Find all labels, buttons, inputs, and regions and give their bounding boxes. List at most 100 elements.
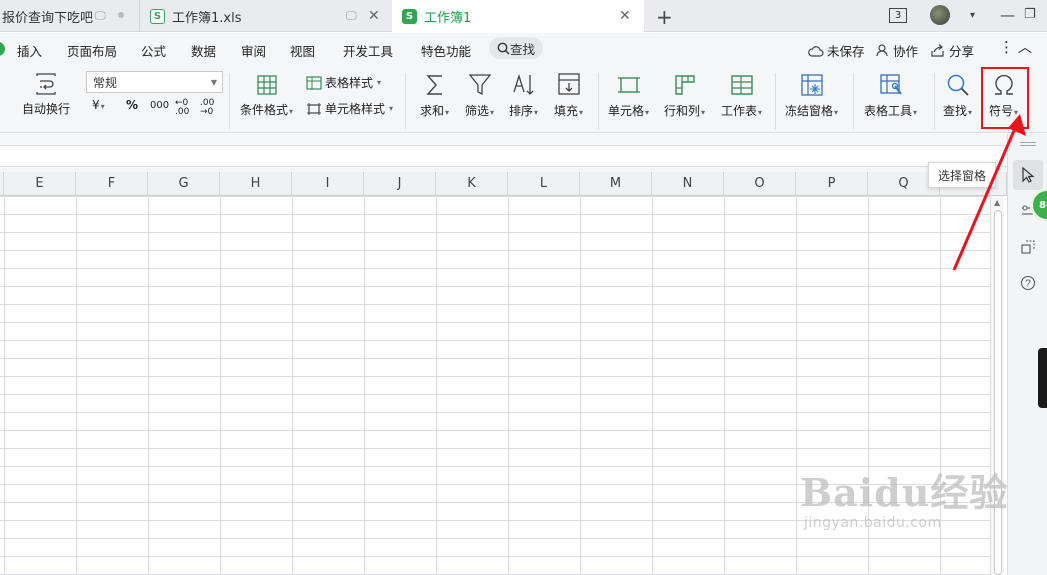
help-icon: ? bbox=[1020, 275, 1036, 291]
search-icon bbox=[497, 42, 510, 55]
table-tools-button[interactable]: 表格工具▾ bbox=[864, 72, 917, 119]
thousands-button[interactable]: 000 bbox=[150, 100, 169, 111]
svg-text:?: ? bbox=[1025, 279, 1031, 290]
close-icon[interactable]: ✕ bbox=[619, 8, 631, 24]
sigma-icon bbox=[425, 75, 442, 95]
conditional-format-button[interactable]: 条件格式▾ bbox=[240, 73, 293, 118]
watermark-url: jingyan.baidu.com bbox=[804, 515, 942, 531]
more-icon[interactable]: ⋮ bbox=[999, 38, 1014, 56]
tab-document-3[interactable]: S 工作簿1 ✕ bbox=[392, 0, 644, 33]
tab-bar: 报价查询下吃吧 🖵 S 工作簿1.xls 🖵 ✕ S 工作簿1 ✕ + 3 ▾ … bbox=[0, 0, 1047, 33]
formula-bar[interactable] bbox=[0, 145, 1007, 167]
column-header-l[interactable]: L bbox=[508, 172, 580, 196]
freeze-panes-button[interactable]: 冻结窗格▾ bbox=[785, 72, 838, 119]
menu-developer[interactable]: 开发工具 bbox=[343, 41, 393, 60]
sum-button[interactable]: 求和▾ bbox=[420, 72, 449, 119]
conditional-format-label: 条件格式 bbox=[240, 103, 289, 117]
cell-button[interactable]: 单元格▾ bbox=[608, 72, 649, 119]
column-header-i[interactable]: I bbox=[292, 172, 364, 196]
menu-page-layout[interactable]: 页面布局 bbox=[67, 41, 117, 60]
share-label: 分享 bbox=[949, 44, 975, 59]
cell-style-label: 单元格样式 bbox=[325, 102, 386, 116]
column-header-k[interactable]: K bbox=[436, 172, 508, 196]
column-header-o[interactable]: O bbox=[724, 172, 796, 196]
fill-label: 填充 bbox=[554, 104, 579, 118]
green-indicator bbox=[0, 42, 5, 56]
search-label: 查找 bbox=[509, 41, 535, 57]
number-format-value: 常规 bbox=[93, 75, 118, 90]
worksheet-label: 工作表 bbox=[721, 104, 758, 118]
wrap-text-button[interactable]: 自动换行 bbox=[22, 72, 70, 117]
user-icon bbox=[876, 44, 888, 57]
search-button[interactable]: 查找 bbox=[489, 37, 543, 59]
column-header-g[interactable]: G bbox=[148, 172, 220, 196]
sort-button[interactable]: 排序▾ bbox=[509, 72, 538, 119]
watermark-title: Baidu经验 bbox=[800, 470, 1009, 515]
decrease-decimal-button[interactable]: .00 →0 bbox=[200, 99, 218, 117]
close-icon[interactable]: ✕ bbox=[368, 8, 380, 24]
separator bbox=[934, 73, 935, 129]
sum-label: 求和 bbox=[420, 104, 445, 118]
menu-view[interactable]: 视图 bbox=[290, 41, 315, 60]
monitor-icon: 🖵 bbox=[346, 9, 357, 22]
cell-style-icon bbox=[307, 102, 321, 115]
collapse-ribbon-icon[interactable]: ︿ bbox=[1018, 37, 1032, 57]
cell-label: 单元格 bbox=[608, 104, 645, 118]
menu-special[interactable]: 特色功能 bbox=[421, 41, 471, 60]
menu-data[interactable]: 数据 bbox=[191, 41, 216, 60]
floating-handle[interactable] bbox=[1038, 348, 1047, 408]
column-header-f[interactable]: F bbox=[76, 172, 148, 196]
add-tab-button[interactable]: + bbox=[656, 5, 673, 29]
separator bbox=[405, 73, 406, 129]
chevron-down-icon[interactable]: ▾ bbox=[970, 10, 975, 21]
unsaved-label: 未保存 bbox=[827, 44, 865, 59]
table-style-button[interactable]: 表格样式 ▾ bbox=[306, 74, 381, 91]
row-column-button[interactable]: 行和列▾ bbox=[664, 72, 705, 119]
tab-label: 工作簿1 bbox=[424, 11, 472, 26]
column-header-m[interactable]: M bbox=[580, 172, 652, 196]
conditional-format-icon bbox=[256, 75, 277, 95]
spreadsheet-icon: S bbox=[402, 9, 417, 24]
unsaved-button[interactable]: 未保存 bbox=[808, 41, 865, 60]
avatar[interactable] bbox=[930, 5, 950, 25]
share-button[interactable]: 分享 bbox=[930, 41, 974, 60]
percent-button[interactable]: % bbox=[126, 98, 138, 112]
column-header-n[interactable]: N bbox=[652, 172, 724, 196]
worksheet-icon bbox=[730, 75, 753, 95]
menu-review[interactable]: 审阅 bbox=[241, 41, 266, 60]
performance-value: 80 bbox=[1039, 199, 1047, 211]
ribbon-toolbar: 自动换行 常规 ▼ ¥▾ % 000 ←0 .00 .00 →0 条件格式▾ 表… bbox=[0, 65, 1047, 133]
column-header-j[interactable]: J bbox=[364, 172, 436, 196]
window-count-badge[interactable]: 3 bbox=[889, 8, 907, 23]
table-tools-label: 表格工具 bbox=[864, 104, 913, 118]
menu-bar: 插入 页面布局 公式 数据 审阅 视图 开发工具 特色功能 查找 未保存 协作 … bbox=[0, 33, 1047, 65]
separator bbox=[598, 73, 599, 129]
separator bbox=[853, 73, 854, 129]
share-icon bbox=[931, 44, 944, 57]
currency-button[interactable]: ¥▾ bbox=[92, 98, 105, 112]
spreadsheet-icon: S bbox=[150, 8, 165, 24]
tab-document-2[interactable]: S 工作簿1.xls 🖵 ✕ bbox=[139, 0, 391, 32]
filter-icon bbox=[468, 74, 491, 96]
filter-button[interactable]: 筛选▾ bbox=[465, 72, 494, 119]
fill-button[interactable]: 填充▾ bbox=[554, 72, 583, 119]
table-style-icon bbox=[306, 75, 322, 90]
filter-label: 筛选 bbox=[465, 104, 490, 118]
tab-label: 报价查询下吃吧 bbox=[2, 10, 94, 26]
number-format-select[interactable]: 常规 ▼ bbox=[86, 71, 223, 93]
maximize-button[interactable]: ❐ bbox=[1024, 7, 1036, 22]
menu-insert[interactable]: 插入 bbox=[17, 41, 42, 60]
collaborate-label: 协作 bbox=[893, 44, 919, 59]
currency-symbol: ¥ bbox=[92, 98, 100, 112]
column-header-e[interactable]: E bbox=[4, 172, 76, 196]
column-header-p[interactable]: P bbox=[796, 172, 868, 196]
separator bbox=[229, 73, 230, 129]
worksheet-button[interactable]: 工作表▾ bbox=[721, 72, 762, 119]
collaborate-button[interactable]: 协作 bbox=[876, 41, 918, 60]
column-header-h[interactable]: H bbox=[220, 172, 292, 196]
increase-decimal-button[interactable]: ←0 .00 bbox=[175, 99, 193, 117]
menu-formula[interactable]: 公式 bbox=[141, 41, 166, 60]
minimize-button[interactable]: — bbox=[1000, 6, 1015, 24]
cell-style-button[interactable]: 单元格样式 ▾ bbox=[306, 100, 393, 117]
tab-document-1[interactable]: 报价查询下吃吧 🖵 bbox=[0, 0, 138, 32]
